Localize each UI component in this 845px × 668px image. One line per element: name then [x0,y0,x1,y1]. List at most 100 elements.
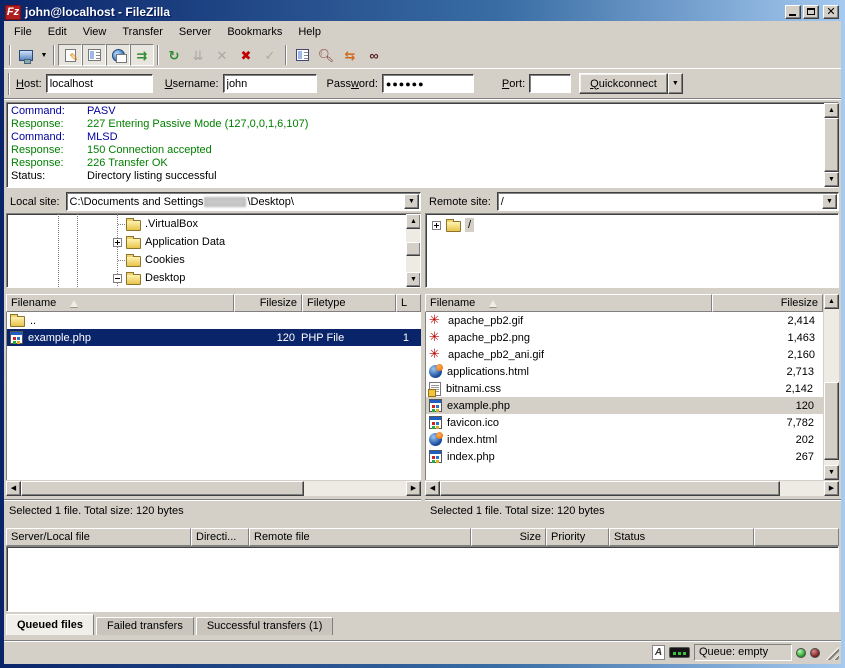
file-row[interactable]: apache_pb2_ani.gif2,160 [426,346,823,363]
tree-item-virtualbox[interactable]: .VirtualBox [113,215,198,233]
resize-grip[interactable] [824,645,839,660]
file-row[interactable]: applications.html2,713 [426,363,823,380]
close-button[interactable]: ✕ [823,5,839,19]
column-header-empty[interactable] [754,528,839,546]
local-list-hscrollbar[interactable]: ◀ ▶ [6,481,421,496]
file-row-parent[interactable]: .. [7,312,421,329]
quickconnect-dropdown[interactable]: ▼ [668,73,683,94]
site-manager-dropdown[interactable]: ▼ [38,44,50,66]
column-header-server-local-file[interactable]: Server/Local file [6,528,191,546]
filename-filters-button[interactable]: 🔍︎ [314,44,338,66]
tree-item-application-data[interactable]: Application Data [113,233,225,251]
process-queue-button[interactable]: ⇊ [186,44,210,66]
reconnect-button[interactable]: ✓ [258,44,282,66]
tab-queued-files[interactable]: Queued files [6,614,94,635]
scroll-thumb[interactable] [824,382,839,460]
column-header-filename[interactable]: Filename [425,294,712,312]
chevron-down-icon[interactable]: ▼ [822,194,837,209]
scroll-down-button[interactable]: ▼ [824,465,839,480]
synchronized-browsing-button[interactable]: ⇆ [338,44,362,66]
local-path-combobox[interactable]: C:\Documents and Settings\Desktop\ ▼ [66,192,421,211]
file-row[interactable]: bitnami.css2,142 [426,380,823,397]
column-header-size[interactable]: Size [471,528,546,546]
port-input[interactable] [529,74,571,93]
column-header-filesize[interactable]: Filesize [234,294,302,312]
encryption-indicator-icon[interactable] [669,647,690,658]
file-row[interactable]: apache_pb2.png1,463 [426,329,823,346]
menu-bookmarks[interactable]: Bookmarks [219,23,290,41]
host-input[interactable] [46,74,153,93]
data-type-indicator-icon[interactable]: A [652,645,665,660]
scroll-down-button[interactable]: ▼ [406,272,421,287]
column-header-filetype[interactable]: Filetype [302,294,396,312]
username-input[interactable] [223,74,317,93]
minimize-button[interactable] [785,5,801,19]
toggle-message-log-button[interactable] [58,44,82,66]
file-row[interactable]: favicon.ico7,782 [426,414,823,431]
log-scrollbar[interactable]: ▲ ▼ [824,103,839,187]
tree-item-desktop[interactable]: Desktop [113,269,185,287]
tree-item-cookies[interactable]: Cookies [113,251,185,269]
scroll-left-button[interactable]: ◀ [6,481,21,496]
column-header-modified[interactable]: L [396,294,421,312]
column-header-status[interactable]: Status [609,528,754,546]
collapse-icon[interactable] [113,274,122,283]
refresh-button[interactable]: ↻ [162,44,186,66]
toggle-remote-tree-button[interactable] [106,44,130,66]
file-row[interactable]: index.php267 [426,448,823,465]
find-files-button[interactable]: ∞ [362,44,386,66]
tree-item-root[interactable]: / [432,216,474,234]
expand-icon[interactable] [113,238,122,247]
site-manager-button[interactable] [14,44,38,66]
column-header-priority[interactable]: Priority [546,528,609,546]
column-header-filesize[interactable]: Filesize [712,294,823,312]
scroll-track[interactable] [304,481,406,496]
local-file-list[interactable]: .. example.php 120 PHP File 1 [6,312,421,480]
scroll-left-button[interactable]: ◀ [425,481,440,496]
tab-failed-transfers[interactable]: Failed transfers [96,617,194,635]
scroll-right-button[interactable]: ▶ [824,481,839,496]
menu-help[interactable]: Help [290,23,329,41]
directory-comparison-button[interactable] [290,44,314,66]
file-row-example-php[interactable]: example.php 120 PHP File 1 [7,329,421,346]
toggle-local-tree-button[interactable] [82,44,106,66]
scroll-down-button[interactable]: ▼ [824,172,839,187]
expand-icon[interactable] [432,221,441,230]
remote-list-scrollbar[interactable]: ▲ ▼ [824,294,839,480]
scroll-thumb[interactable] [824,118,839,172]
column-header-filename[interactable]: Filename [6,294,234,312]
file-row-selected[interactable]: example.php120 [426,397,823,414]
menu-transfer[interactable]: Transfer [114,23,171,41]
scroll-up-button[interactable]: ▲ [824,294,839,309]
column-header-remote-file[interactable]: Remote file [249,528,471,546]
maximize-button[interactable] [803,5,819,19]
file-row[interactable]: apache_pb2.gif2,414 [426,312,823,329]
local-directory-tree[interactable]: .VirtualBox Application Data Cookies Des… [6,213,421,288]
remote-file-list[interactable]: apache_pb2.gif2,414 apache_pb2.png1,463 … [425,312,823,480]
remote-directory-tree[interactable]: / [425,213,839,288]
remote-path-combobox[interactable]: / ▼ [497,192,839,211]
file-row[interactable]: index.html202 [426,431,823,448]
password-input[interactable] [382,74,474,93]
chevron-down-icon[interactable]: ▼ [404,194,419,209]
scroll-thumb[interactable] [406,242,421,256]
scroll-up-button[interactable]: ▲ [406,214,421,229]
local-tree-scrollbar[interactable]: ▲ ▼ [406,214,421,287]
scroll-up-button[interactable]: ▲ [824,103,839,118]
tab-successful-transfers[interactable]: Successful transfers (1) [196,617,334,635]
scroll-thumb[interactable] [440,481,780,496]
scroll-right-button[interactable]: ▶ [406,481,421,496]
title-bar[interactable]: Fz john@localhost - FileZilla ✕ [4,3,841,21]
menu-view[interactable]: View [75,23,115,41]
message-log[interactable]: Command:PASV Response:227 Entering Passi… [6,102,839,188]
scroll-track[interactable] [780,481,824,496]
menu-edit[interactable]: Edit [40,23,75,41]
menu-server[interactable]: Server [171,23,219,41]
toggle-transfer-queue-button[interactable]: ⇉ [130,44,154,66]
cancel-button[interactable]: ✕ [210,44,234,66]
queue-list[interactable] [6,546,839,612]
disconnect-button[interactable]: ✖ [234,44,258,66]
menu-file[interactable]: File [6,23,40,41]
remote-list-hscrollbar[interactable]: ◀ ▶ [425,481,839,496]
column-header-direction[interactable]: Directi... [191,528,249,546]
